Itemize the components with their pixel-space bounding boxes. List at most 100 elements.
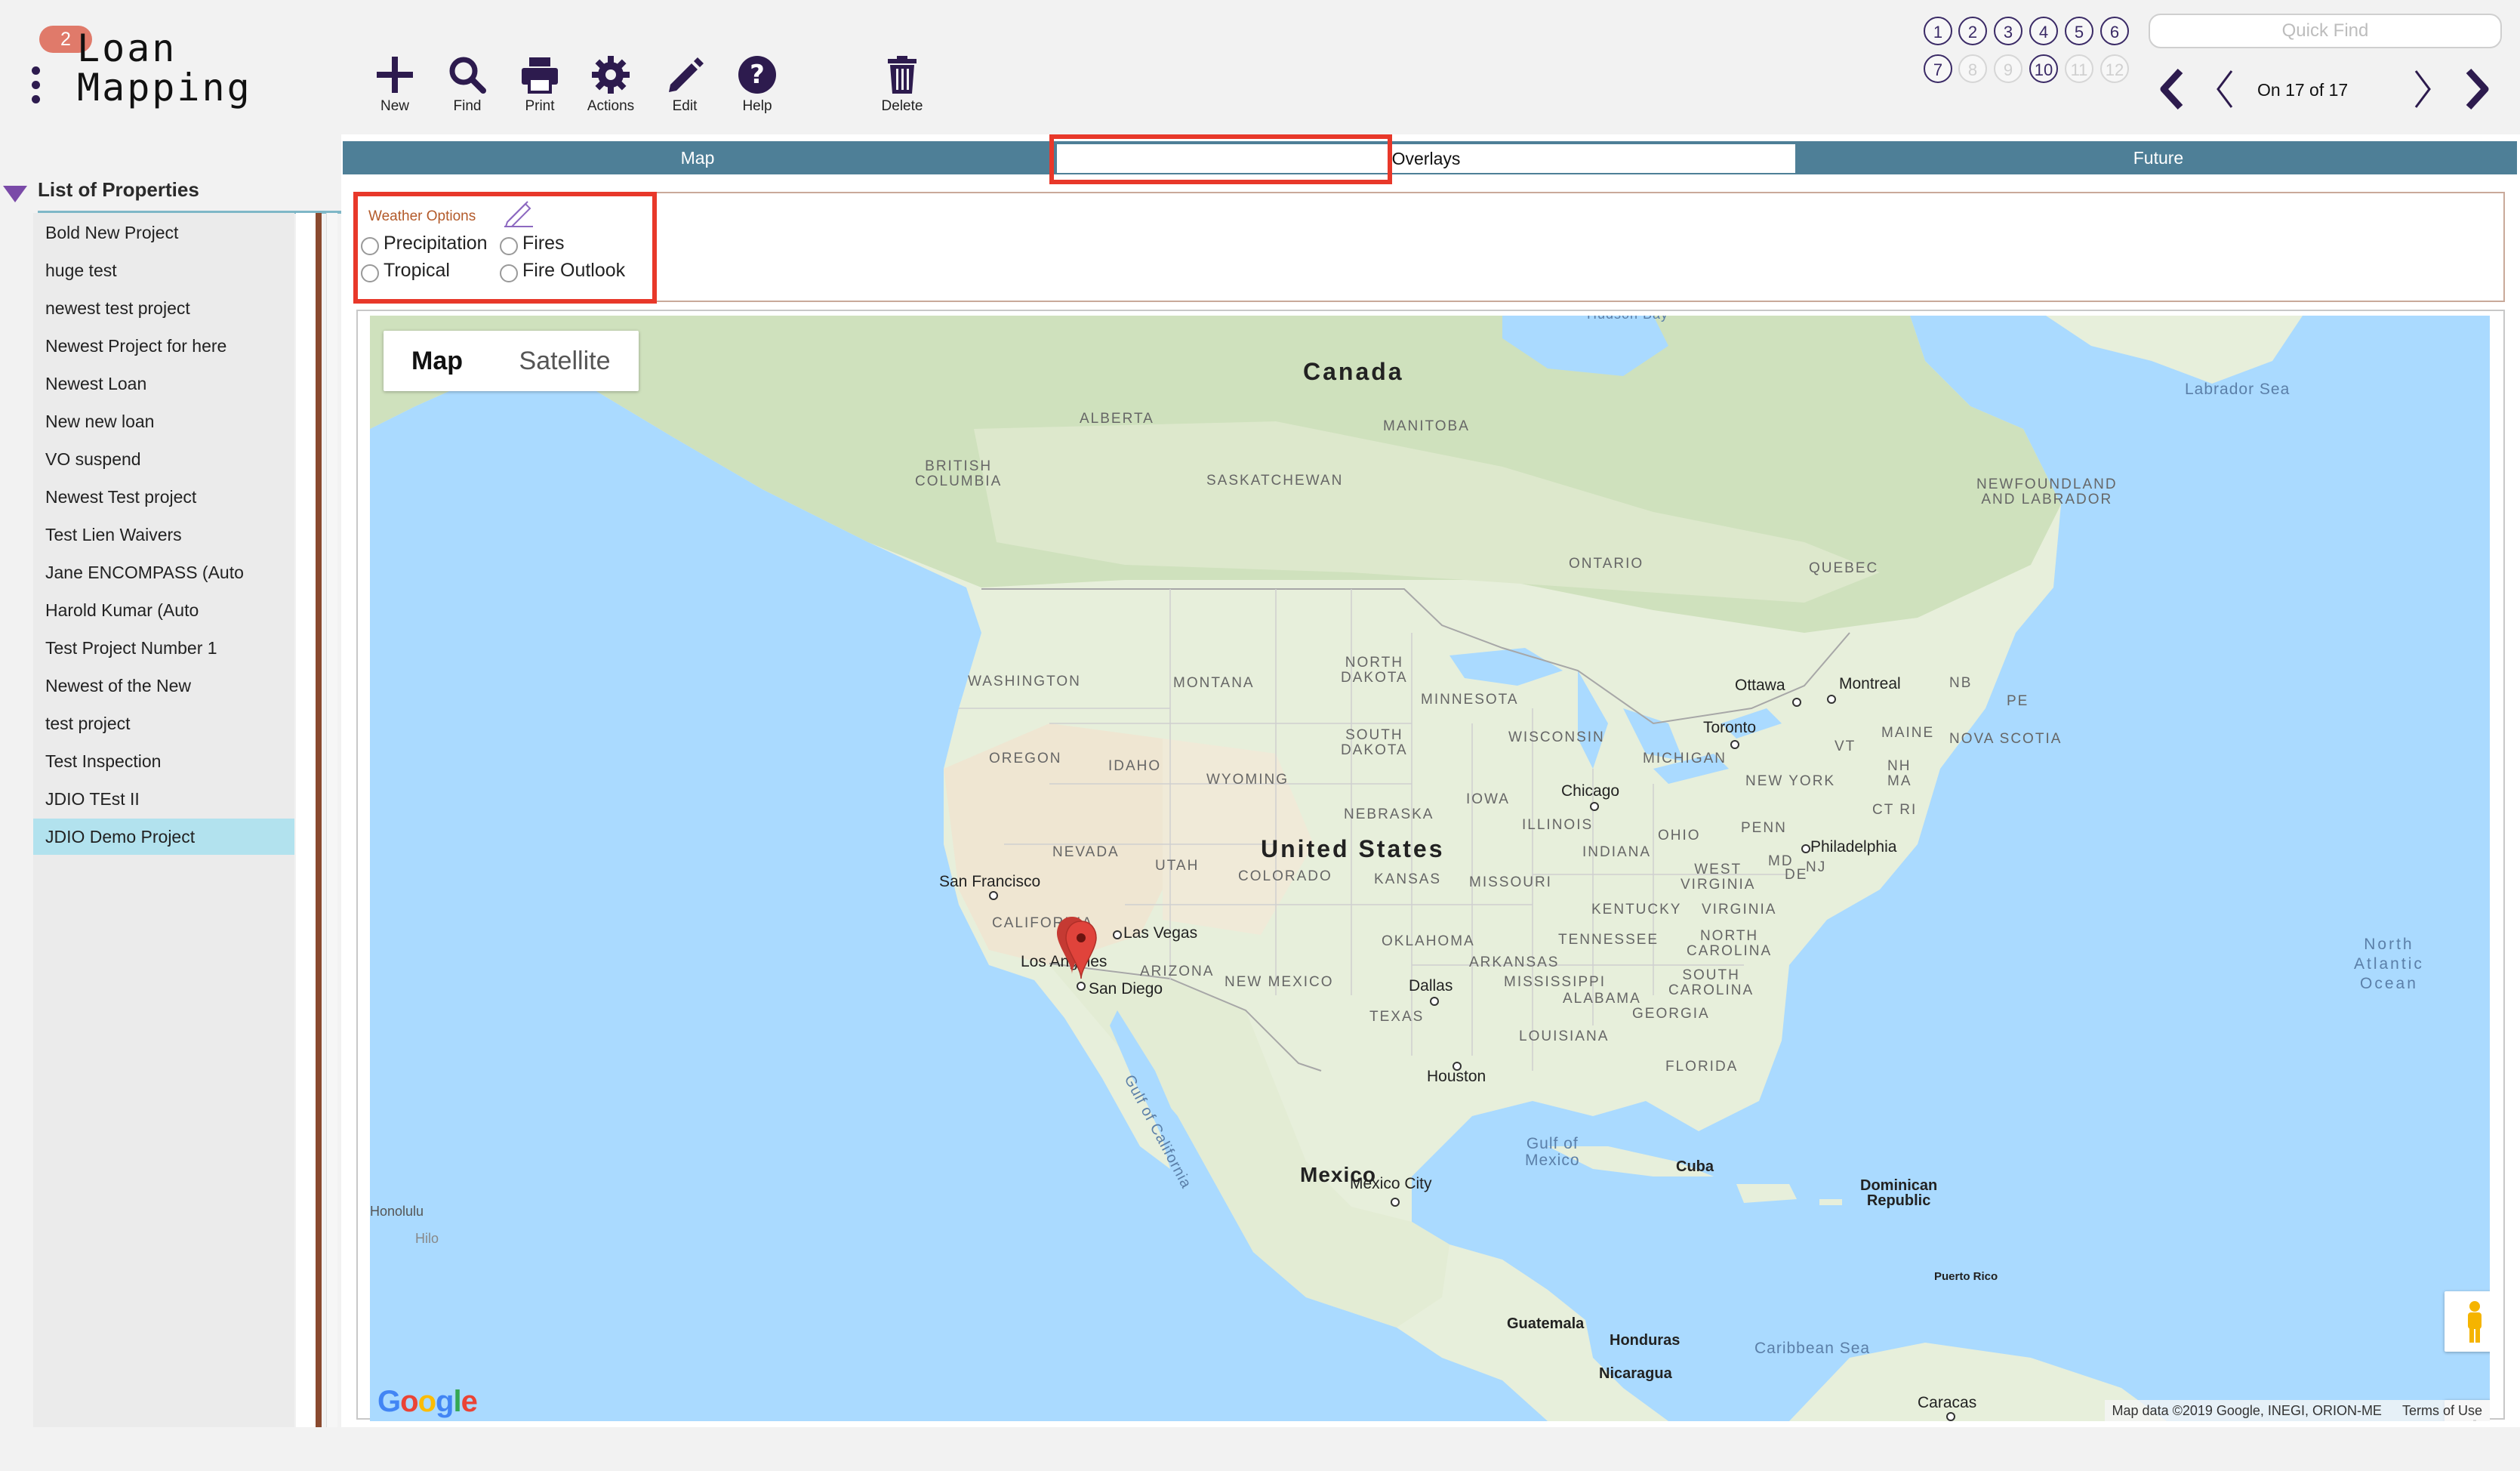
region-label: INDIANA	[1582, 844, 1652, 860]
property-item[interactable]: Bold New Project	[33, 214, 294, 251]
city-dot	[1792, 698, 1801, 707]
region-label: KENTUCKY	[1591, 902, 1682, 917]
precipitation-label[interactable]: Precipitation	[384, 233, 488, 254]
map-canvas[interactable]: Map Satellite Canada United States Mexic…	[370, 316, 2490, 1421]
city-label: Las Vegas	[1123, 924, 1198, 942]
region-label: QUEBEC	[1809, 560, 1879, 576]
fires-label[interactable]: Fires	[522, 233, 565, 254]
find-label: Find	[453, 98, 482, 114]
tropical-label[interactable]: Tropical	[384, 260, 450, 282]
record-7-button[interactable]: 7	[1924, 54, 1952, 83]
city-label: Philadelphia	[1810, 838, 1897, 856]
region-label: IDAHO	[1108, 758, 1162, 774]
edit-button[interactable]: Edit	[643, 54, 726, 115]
water-label: Hudson Bay	[1587, 316, 1668, 322]
property-item[interactable]: Harold Kumar (Auto	[33, 592, 294, 628]
record-status: On 17 of 17	[2257, 80, 2349, 100]
record-2-button[interactable]: 2	[1958, 17, 1987, 45]
record-3-button[interactable]: 3	[1994, 17, 2022, 45]
find-button[interactable]: Find	[426, 54, 509, 115]
quick-find-input[interactable]	[2149, 14, 2502, 48]
precipitation-radio[interactable]	[361, 237, 379, 255]
edge-label: Hilo	[415, 1231, 439, 1246]
sidebar-title[interactable]: List of Properties	[38, 178, 199, 202]
country-label: United States	[1261, 835, 1445, 862]
property-item[interactable]: Test Inspection	[33, 743, 294, 779]
city-label: Dallas	[1409, 977, 1453, 995]
delete-button[interactable]: Delete	[861, 54, 944, 115]
water-label: Gulf of Mexico	[1525, 1135, 1580, 1169]
map-type-satellite-button[interactable]: Satellite	[491, 331, 639, 391]
property-item[interactable]: Newest Project for here	[33, 328, 294, 364]
region-label: SOUTH DAKOTA	[1341, 727, 1408, 758]
region-label: NB	[1949, 675, 1973, 691]
region-label: NJ	[1806, 859, 1827, 875]
main-panel: Map Overlays Future Weather Options Prec…	[341, 134, 2520, 1427]
tab-future[interactable]: Future	[1800, 141, 2517, 174]
city-dot	[1590, 802, 1599, 811]
map-attribution: Map data ©2019 Google, INEGI, ORION-ME T…	[2104, 1400, 2490, 1421]
city-dot	[1827, 695, 1836, 704]
city-label: Houston	[1427, 1068, 1486, 1085]
country-label: Cuba	[1676, 1158, 1714, 1175]
location-marker-icon[interactable]	[1055, 914, 1101, 982]
fire-outlook-label[interactable]: Fire Outlook	[522, 260, 625, 282]
property-list: Bold New Project huge test newest test p…	[33, 213, 294, 1427]
sidebar-gutter	[296, 213, 316, 1427]
previous-record-icon[interactable]	[2213, 66, 2236, 112]
weather-options-panel	[356, 192, 2505, 302]
help-button[interactable]: ? Help	[716, 54, 799, 115]
search-icon	[449, 57, 486, 94]
pencil-icon[interactable]	[503, 198, 534, 228]
sidebar-splitter[interactable]	[316, 213, 322, 1427]
city-label: Ottawa	[1735, 677, 1785, 694]
app-title: Loan Mapping	[77, 26, 252, 109]
property-item[interactable]: Newest Loan	[33, 365, 294, 402]
property-item[interactable]: VO suspend	[33, 441, 294, 477]
new-button[interactable]: New	[353, 54, 436, 115]
record-4-button[interactable]: 4	[2029, 17, 2058, 45]
property-item[interactable]: Jane ENCOMPASS (Auto	[33, 554, 294, 591]
collapse-triangle-icon[interactable]	[3, 186, 27, 202]
property-item[interactable]: Test Lien Waivers	[33, 517, 294, 553]
property-item[interactable]: Test Project Number 1	[33, 630, 294, 666]
last-record-icon[interactable]	[2464, 66, 2491, 112]
property-item[interactable]: JDIO TEst II	[33, 781, 294, 817]
region-label: UTAH	[1155, 858, 1200, 874]
region-label: MICHIGAN	[1643, 751, 1727, 766]
property-item[interactable]: test project	[33, 705, 294, 742]
region-label: OKLAHOMA	[1382, 933, 1475, 949]
menu-dots-icon[interactable]	[29, 66, 42, 112]
property-item-selected[interactable]: JDIO Demo Project	[33, 819, 294, 855]
region-label: MA	[1887, 773, 1912, 789]
map-base-layer	[370, 316, 2490, 1421]
new-label: New	[380, 98, 409, 114]
region-label: COLORADO	[1238, 868, 1332, 884]
record-5-button[interactable]: 5	[2065, 17, 2093, 45]
tab-map[interactable]: Map	[343, 141, 1052, 174]
property-item[interactable]: huge test	[33, 252, 294, 288]
record-10-button[interactable]: 10	[2029, 54, 2058, 83]
first-record-icon[interactable]	[2158, 66, 2185, 112]
record-1-button[interactable]: 1	[1924, 17, 1952, 45]
actions-button[interactable]: Actions	[569, 54, 652, 115]
sidebar-scrollbar[interactable]	[326, 213, 337, 1427]
record-6-button[interactable]: 6	[2100, 17, 2129, 45]
street-view-pegman-button[interactable]	[2445, 1291, 2490, 1352]
map-type-map-button[interactable]: Map	[384, 331, 491, 391]
property-item[interactable]: Newest of the New	[33, 668, 294, 704]
region-label: NH	[1887, 758, 1912, 774]
property-item[interactable]: New new loan	[33, 403, 294, 439]
terms-of-use-link[interactable]: Terms of Use	[2402, 1403, 2482, 1418]
fire-outlook-radio[interactable]	[500, 264, 518, 282]
property-item[interactable]: Newest Test project	[33, 479, 294, 515]
help-icon: ?	[738, 56, 776, 94]
google-logo[interactable]: Google	[377, 1385, 478, 1419]
next-record-icon[interactable]	[2411, 66, 2434, 112]
tropical-radio[interactable]	[361, 264, 379, 282]
region-label: FLORIDA	[1665, 1059, 1739, 1075]
printer-icon	[522, 57, 558, 94]
property-item[interactable]: newest test project	[33, 290, 294, 326]
region-label: PENN	[1741, 820, 1787, 836]
fires-radio[interactable]	[500, 237, 518, 255]
